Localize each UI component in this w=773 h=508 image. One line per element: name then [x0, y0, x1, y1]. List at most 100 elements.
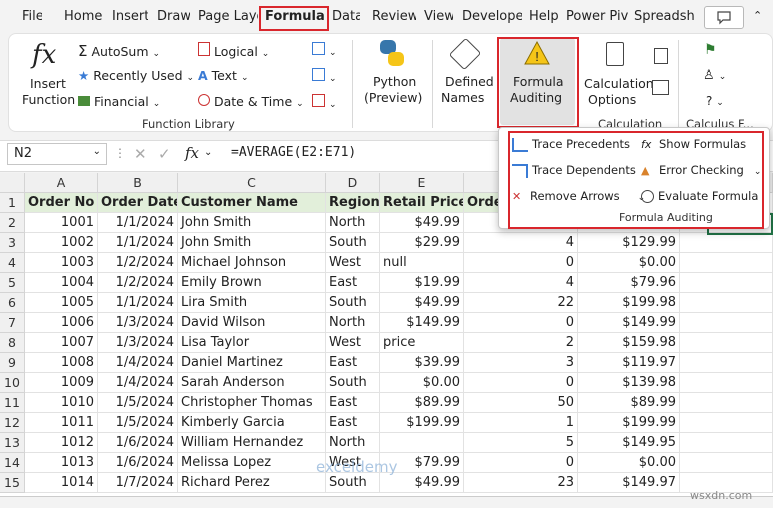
- name-box[interactable]: N2 ⌄: [7, 143, 107, 165]
- table-cell[interactable]: [680, 233, 773, 253]
- table-cell[interactable]: 1011: [25, 413, 98, 433]
- tab-view[interactable]: View: [424, 9, 453, 24]
- table-cell[interactable]: 1/4/2024: [98, 373, 178, 393]
- tab-spreadshe[interactable]: Spreadshe: [634, 9, 694, 24]
- table-cell[interactable]: $0.00: [578, 453, 680, 473]
- table-cell[interactable]: 23: [464, 473, 578, 493]
- table-cell[interactable]: Michael Johnson: [178, 253, 326, 273]
- table-cell[interactable]: 1002: [25, 233, 98, 253]
- table-cell[interactable]: $49.99: [380, 473, 464, 493]
- table-cell[interactable]: 1008: [25, 353, 98, 373]
- table-cell[interactable]: South: [326, 233, 380, 253]
- formula-input[interactable]: =AVERAGE(E2:E71): [231, 145, 356, 160]
- table-cell[interactable]: [680, 293, 773, 313]
- row-header[interactable]: 4: [0, 253, 25, 273]
- table-cell[interactable]: South: [326, 293, 380, 313]
- table-cell[interactable]: 1/3/2024: [98, 333, 178, 353]
- column-header[interactable]: C: [178, 173, 326, 193]
- column-header[interactable]: A: [25, 173, 98, 193]
- tab-data[interactable]: Data: [332, 9, 360, 24]
- table-cell[interactable]: 1007: [25, 333, 98, 353]
- table-cell[interactable]: 50: [464, 393, 578, 413]
- table-cell[interactable]: North: [326, 213, 380, 233]
- table-cell[interactable]: 1/2/2024: [98, 273, 178, 293]
- row-header[interactable]: 3: [0, 233, 25, 253]
- table-cell[interactable]: John Smith: [178, 213, 326, 233]
- table-cell[interactable]: $199.99: [380, 413, 464, 433]
- table-cell[interactable]: 4: [464, 273, 578, 293]
- table-cell[interactable]: $89.99: [380, 393, 464, 413]
- table-cell[interactable]: [680, 373, 773, 393]
- row-header[interactable]: 1: [0, 193, 25, 213]
- column-header[interactable]: D: [326, 173, 380, 193]
- table-cell[interactable]: East: [326, 393, 380, 413]
- table-cell[interactable]: $0.00: [578, 253, 680, 273]
- tab-developer[interactable]: Developer: [462, 9, 522, 24]
- table-cell[interactable]: 1013: [25, 453, 98, 473]
- table-cell[interactable]: 5: [464, 433, 578, 453]
- table-cell[interactable]: $149.95: [578, 433, 680, 453]
- table-cell[interactable]: $0.00: [380, 373, 464, 393]
- trace-precedents-button[interactable]: Trace Precedents: [512, 137, 630, 152]
- table-cell[interactable]: 1001: [25, 213, 98, 233]
- calc-sheet-icon[interactable]: [652, 80, 669, 95]
- table-cell[interactable]: 3: [464, 353, 578, 373]
- table-cell[interactable]: Richard Perez: [178, 473, 326, 493]
- table-cell[interactable]: $129.99: [578, 233, 680, 253]
- table-cell[interactable]: $89.99: [578, 393, 680, 413]
- table-cell[interactable]: 1: [464, 413, 578, 433]
- comments-button[interactable]: [704, 6, 744, 29]
- table-cell[interactable]: Lira Smith: [178, 293, 326, 313]
- column-title-cell[interactable]: Customer Name: [178, 193, 326, 213]
- row-header[interactable]: 10: [0, 373, 25, 393]
- table-cell[interactable]: North: [326, 313, 380, 333]
- table-cell[interactable]: 4: [464, 233, 578, 253]
- table-cell[interactable]: 1/5/2024: [98, 413, 178, 433]
- table-cell[interactable]: $149.99: [380, 313, 464, 333]
- table-cell[interactable]: 0: [464, 453, 578, 473]
- table-cell[interactable]: West: [326, 333, 380, 353]
- calculus-icon[interactable]: ♙ ⌄: [703, 68, 726, 83]
- table-cell[interactable]: $159.98: [578, 333, 680, 353]
- table-cell[interactable]: Daniel Martinez: [178, 353, 326, 373]
- table-cell[interactable]: null: [380, 253, 464, 273]
- row-header[interactable]: 2: [0, 213, 25, 233]
- table-cell[interactable]: 1/5/2024: [98, 393, 178, 413]
- table-cell[interactable]: 1005: [25, 293, 98, 313]
- table-cell[interactable]: $149.99: [578, 313, 680, 333]
- table-cell[interactable]: South: [326, 473, 380, 493]
- table-cell[interactable]: $79.96: [578, 273, 680, 293]
- table-cell[interactable]: 1/1/2024: [98, 293, 178, 313]
- calc-now-icon[interactable]: [654, 48, 668, 64]
- table-cell[interactable]: 0: [464, 253, 578, 273]
- table-cell[interactable]: [680, 353, 773, 373]
- defined-names-button[interactable]: Defined Names: [440, 37, 494, 110]
- table-cell[interactable]: 1010: [25, 393, 98, 413]
- column-title-cell[interactable]: Retail Price: [380, 193, 464, 213]
- select-all-corner[interactable]: [0, 173, 25, 193]
- table-cell[interactable]: 1/1/2024: [98, 213, 178, 233]
- table-cell[interactable]: [680, 333, 773, 353]
- table-cell[interactable]: [680, 313, 773, 333]
- table-cell[interactable]: West: [326, 253, 380, 273]
- table-cell[interactable]: 2: [464, 333, 578, 353]
- table-cell[interactable]: Kimberly Garcia: [178, 413, 326, 433]
- show-formulas-button[interactable]: fx Show Formulas: [641, 137, 746, 151]
- evaluate-formula-button[interactable]: Evaluate Formula: [641, 189, 758, 203]
- column-title-cell[interactable]: Order Date: [98, 193, 178, 213]
- table-cell[interactable]: 0: [464, 373, 578, 393]
- table-cell[interactable]: 1/7/2024: [98, 473, 178, 493]
- table-cell[interactable]: 1009: [25, 373, 98, 393]
- tab-draw[interactable]: Draw: [157, 9, 190, 24]
- table-cell[interactable]: East: [326, 273, 380, 293]
- more-functions-button[interactable]: ⌄: [312, 94, 337, 110]
- table-cell[interactable]: Sarah Anderson: [178, 373, 326, 393]
- table-cell[interactable]: $39.99: [380, 353, 464, 373]
- enter-icon[interactable]: ✓: [158, 145, 171, 163]
- calc-options-button[interactable]: Calculation Options: [584, 40, 654, 110]
- table-cell[interactable]: 1/2/2024: [98, 253, 178, 273]
- financial-button[interactable]: Financial ⌄: [78, 94, 160, 109]
- column-title-cell[interactable]: Region: [326, 193, 380, 213]
- remove-arrows-button[interactable]: ✕ Remove Arrows ⌄: [512, 189, 645, 203]
- tab-review[interactable]: Review: [372, 9, 416, 24]
